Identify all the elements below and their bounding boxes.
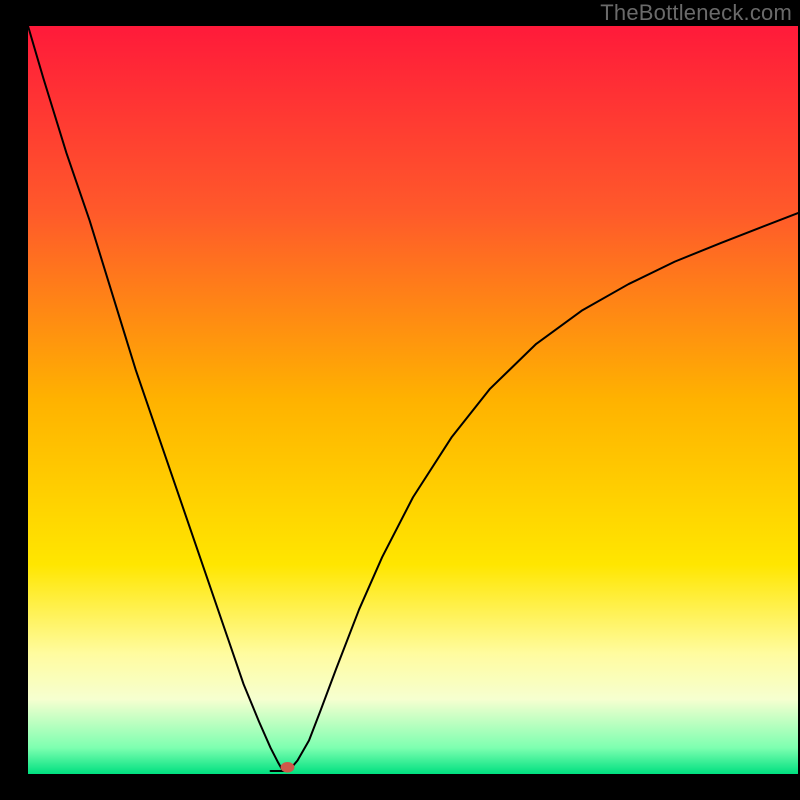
plot-area — [28, 26, 798, 774]
chart-frame: TheBottleneck.com — [0, 0, 800, 800]
chart-background — [28, 26, 798, 774]
watermark-label: TheBottleneck.com — [600, 0, 792, 26]
chart-svg — [28, 26, 798, 774]
minimum-marker — [281, 762, 295, 772]
marker-group — [281, 762, 295, 772]
